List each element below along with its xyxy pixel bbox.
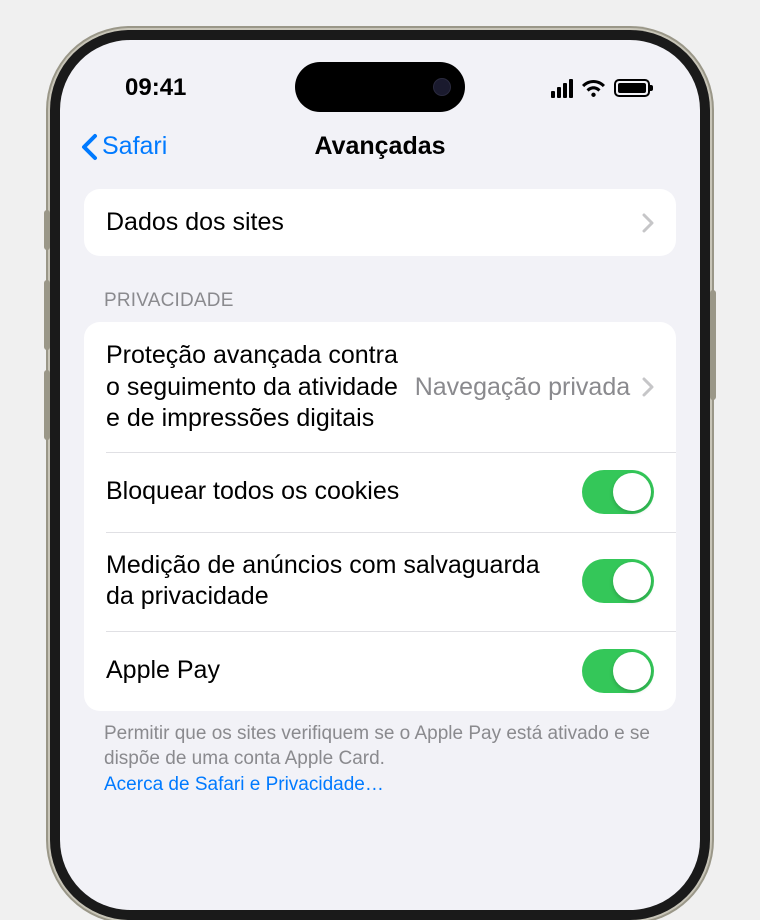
block-cookies-row: Bloquear todos os cookies [84,452,676,532]
privacy-footer: Permitir que os sites verifiquem se o Ap… [84,711,676,808]
volume-down-button [44,370,50,440]
tracking-protection-row[interactable]: Proteção avançada contra o seguimento da… [84,322,676,452]
side-button [44,210,50,250]
toggle-knob [613,562,651,600]
website-data-label: Dados dos sites [106,207,632,238]
volume-up-button [44,280,50,350]
apple-pay-toggle[interactable] [582,649,654,693]
tracking-protection-value: Navegação privada [415,373,630,402]
privacy-footer-text: Permitir que os sites verifiquem se o Ap… [104,723,650,770]
settings-content: Dados dos sites Privacidade Proteção ava… [60,179,700,817]
page-title: Avançadas [314,132,445,161]
website-data-row[interactable]: Dados dos sites [84,189,676,256]
toggle-knob [613,652,651,690]
chevron-right-icon [642,377,654,397]
ad-measurement-toggle[interactable] [582,559,654,603]
privacy-section-header: Privacidade [84,256,676,322]
privacy-learn-more-link[interactable]: Acerca de Safari e Privacidade… [104,774,384,795]
dynamic-island [295,62,465,112]
status-time: 09:41 [125,74,186,102]
website-data-group: Dados dos sites [84,189,676,256]
apple-pay-row: Apple Pay [84,631,676,711]
front-camera [433,78,451,96]
wifi-icon [581,79,606,98]
chevron-right-icon [642,213,654,233]
power-button [710,290,716,400]
cellular-signal-icon [551,79,573,98]
block-cookies-label: Bloquear todos os cookies [106,476,582,507]
toggle-knob [613,473,651,511]
status-icons [551,79,650,98]
ad-measurement-row: Medição de anúncios com salvaguarda da p… [84,532,676,631]
chevron-left-icon [80,133,98,161]
ad-measurement-label: Medição de anúncios com salvaguarda da p… [106,550,582,613]
battery-icon [614,79,650,97]
navigation-bar: Safari Avançadas [60,118,700,179]
block-cookies-toggle[interactable] [582,470,654,514]
privacy-group: Proteção avançada contra o seguimento da… [84,322,676,710]
tracking-protection-label: Proteção avançada contra o seguimento da… [106,340,413,434]
apple-pay-label: Apple Pay [106,655,582,686]
phone-frame: 09:41 [50,30,710,920]
back-button[interactable]: Safari [80,132,167,161]
screen: 09:41 [60,40,700,910]
back-label: Safari [102,132,167,161]
